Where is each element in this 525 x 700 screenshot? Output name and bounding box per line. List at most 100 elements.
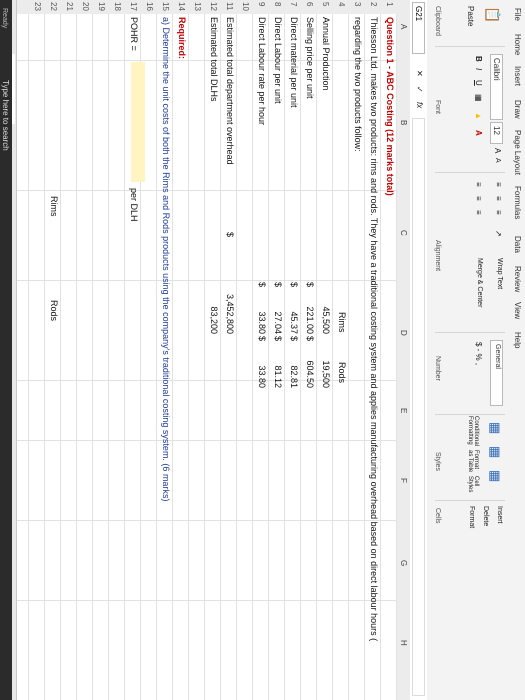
menu-page-layout[interactable]: Page Layout: [513, 130, 522, 175]
overhead-label[interactable]: Estimated total department overhead: [225, 17, 235, 165]
row-header[interactable]: 2: [369, 2, 378, 6]
align-center-icon[interactable]: ≡: [474, 196, 483, 201]
row-header[interactable]: 10: [241, 2, 250, 11]
intro-text-2[interactable]: regarding the two products follow:: [353, 17, 363, 152]
name-box[interactable]: G21: [412, 2, 425, 54]
dlh-value[interactable]: 83,200: [209, 286, 219, 334]
pohr-input-cell[interactable]: [131, 62, 145, 182]
cancel-icon[interactable]: ✕: [415, 70, 424, 77]
orientation-icon[interactable]: ↗: [494, 230, 503, 237]
row-header[interactable]: 9: [257, 2, 266, 6]
fx-icon[interactable]: fx: [415, 102, 424, 108]
align-top-icon[interactable]: ≡: [494, 182, 503, 187]
row-header[interactable]: 13: [193, 2, 202, 11]
requirement-a[interactable]: a) Determine the unit costs of both the …: [161, 17, 171, 501]
menu-insert[interactable]: Insert: [513, 66, 522, 86]
header-rods[interactable]: Rods: [337, 362, 347, 383]
merge-center-button[interactable]: Merge & Center: [476, 258, 483, 307]
row-header[interactable]: 14: [177, 2, 186, 11]
menu-help[interactable]: Help: [513, 332, 522, 348]
delete-cells-button[interactable]: Delete: [482, 506, 489, 526]
required-heading[interactable]: Required:: [177, 17, 187, 59]
conditional-formatting-button[interactable]: Conditional Formatting: [467, 416, 479, 454]
row-header[interactable]: 6: [305, 2, 314, 6]
row-header[interactable]: 7: [289, 2, 298, 6]
number-symbols[interactable]: $ - % ,: [474, 342, 483, 365]
rods-selling-price[interactable]: 604.50: [305, 340, 315, 388]
row-header[interactable]: 23: [33, 2, 42, 11]
format-as-table-icon[interactable]: ▦: [487, 446, 503, 458]
menu-formulas[interactable]: Formulas: [513, 186, 522, 219]
rims-annual-production[interactable]: 45,500: [321, 286, 331, 334]
pohr-unit[interactable]: per DLH: [129, 188, 139, 222]
row-header[interactable]: 18: [113, 2, 122, 11]
footer-rims[interactable]: Rims: [49, 196, 59, 217]
rods-direct-labour[interactable]: 81.12: [273, 340, 283, 388]
underline-button[interactable]: U: [474, 80, 483, 86]
number-format-select[interactable]: General: [490, 340, 503, 406]
insert-cells-button[interactable]: Insert: [496, 506, 503, 524]
row-header[interactable]: 15: [161, 2, 170, 11]
font-size-select[interactable]: 12: [490, 122, 503, 144]
row-header[interactable]: 4: [337, 2, 346, 6]
column-header-c[interactable]: C: [399, 230, 408, 236]
search-placeholder[interactable]: Type here to search: [1, 80, 10, 151]
align-middle-icon[interactable]: ≡: [494, 196, 503, 201]
menu-draw[interactable]: Draw: [513, 100, 522, 119]
row-label-direct-material[interactable]: Direct material per unit: [289, 17, 299, 108]
row-header[interactable]: 16: [145, 2, 154, 11]
column-header-g[interactable]: G: [399, 560, 408, 566]
font-grow-button[interactable]: A: [493, 148, 502, 153]
pohr-label[interactable]: POHR =: [129, 17, 139, 51]
rims-direct-material[interactable]: 45.37: [289, 286, 299, 334]
worksheet-grid[interactable]: [17, 14, 397, 700]
column-header-b[interactable]: B: [399, 120, 408, 125]
formula-input[interactable]: [412, 118, 425, 696]
row-header[interactable]: 20: [81, 2, 90, 11]
menu-review[interactable]: Review: [513, 266, 522, 292]
cell-styles-button[interactable]: Cell Styles: [467, 476, 479, 496]
rims-selling-price[interactable]: 221.00: [305, 286, 315, 334]
font-name-select[interactable]: Calibri: [490, 54, 503, 120]
enter-icon[interactable]: ✓: [415, 86, 424, 93]
format-cells-button[interactable]: Format: [468, 506, 475, 528]
overhead-value[interactable]: 3,452,800: [225, 286, 235, 334]
menu-file[interactable]: File: [513, 8, 522, 21]
align-bottom-icon[interactable]: ≡: [494, 210, 503, 215]
column-header-e[interactable]: E: [399, 408, 408, 413]
header-rims[interactable]: Rims: [337, 312, 347, 333]
font-shrink-button[interactable]: A: [494, 158, 501, 163]
column-header-f[interactable]: F: [399, 478, 408, 483]
row-label-selling-price[interactable]: Selling price per unit: [305, 17, 315, 99]
rods-annual-production[interactable]: 19,500: [321, 340, 331, 388]
intro-text-1[interactable]: Thiesson Ltd. makes two products: rims a…: [369, 17, 379, 641]
column-header-h[interactable]: H: [399, 640, 408, 646]
row-label-direct-labour[interactable]: Direct Labour per unit: [273, 17, 283, 104]
fill-color-icon[interactable]: ▲: [474, 112, 483, 120]
menu-data[interactable]: Data: [513, 236, 522, 253]
question-title[interactable]: Question 1 - ABC Costing (12 marks total…: [385, 17, 395, 196]
align-left-icon[interactable]: ≡: [474, 182, 483, 187]
row-header[interactable]: 3: [353, 2, 362, 6]
row-header[interactable]: 11: [225, 2, 234, 10]
row-label-labour-rate[interactable]: Direct Labour rate per hour: [257, 17, 267, 125]
row-label-annual-production[interactable]: Annual Production: [321, 17, 331, 91]
row-header[interactable]: 17: [129, 2, 138, 11]
rims-direct-labour[interactable]: 27.04: [273, 286, 283, 334]
rims-labour-rate[interactable]: 33.80: [257, 286, 267, 334]
rods-direct-material[interactable]: 82.81: [289, 340, 299, 388]
dlh-label[interactable]: Estimated total DLHs: [209, 17, 219, 102]
row-header[interactable]: 5: [321, 2, 330, 6]
row-header[interactable]: 22: [49, 2, 58, 11]
column-header-d[interactable]: D: [399, 330, 408, 336]
footer-rods[interactable]: Rods: [49, 300, 59, 321]
paste-button[interactable]: Paste: [466, 6, 475, 26]
menu-view[interactable]: View: [513, 302, 522, 319]
row-header[interactable]: 8: [273, 2, 282, 6]
font-color-icon[interactable]: A: [474, 130, 483, 136]
align-right-icon[interactable]: ≡: [474, 210, 483, 215]
borders-icon[interactable]: ▦: [474, 94, 483, 102]
cell-styles-icon[interactable]: ▦: [487, 470, 503, 482]
conditional-formatting-icon[interactable]: ▦: [487, 422, 503, 434]
bold-button[interactable]: B: [474, 56, 483, 62]
